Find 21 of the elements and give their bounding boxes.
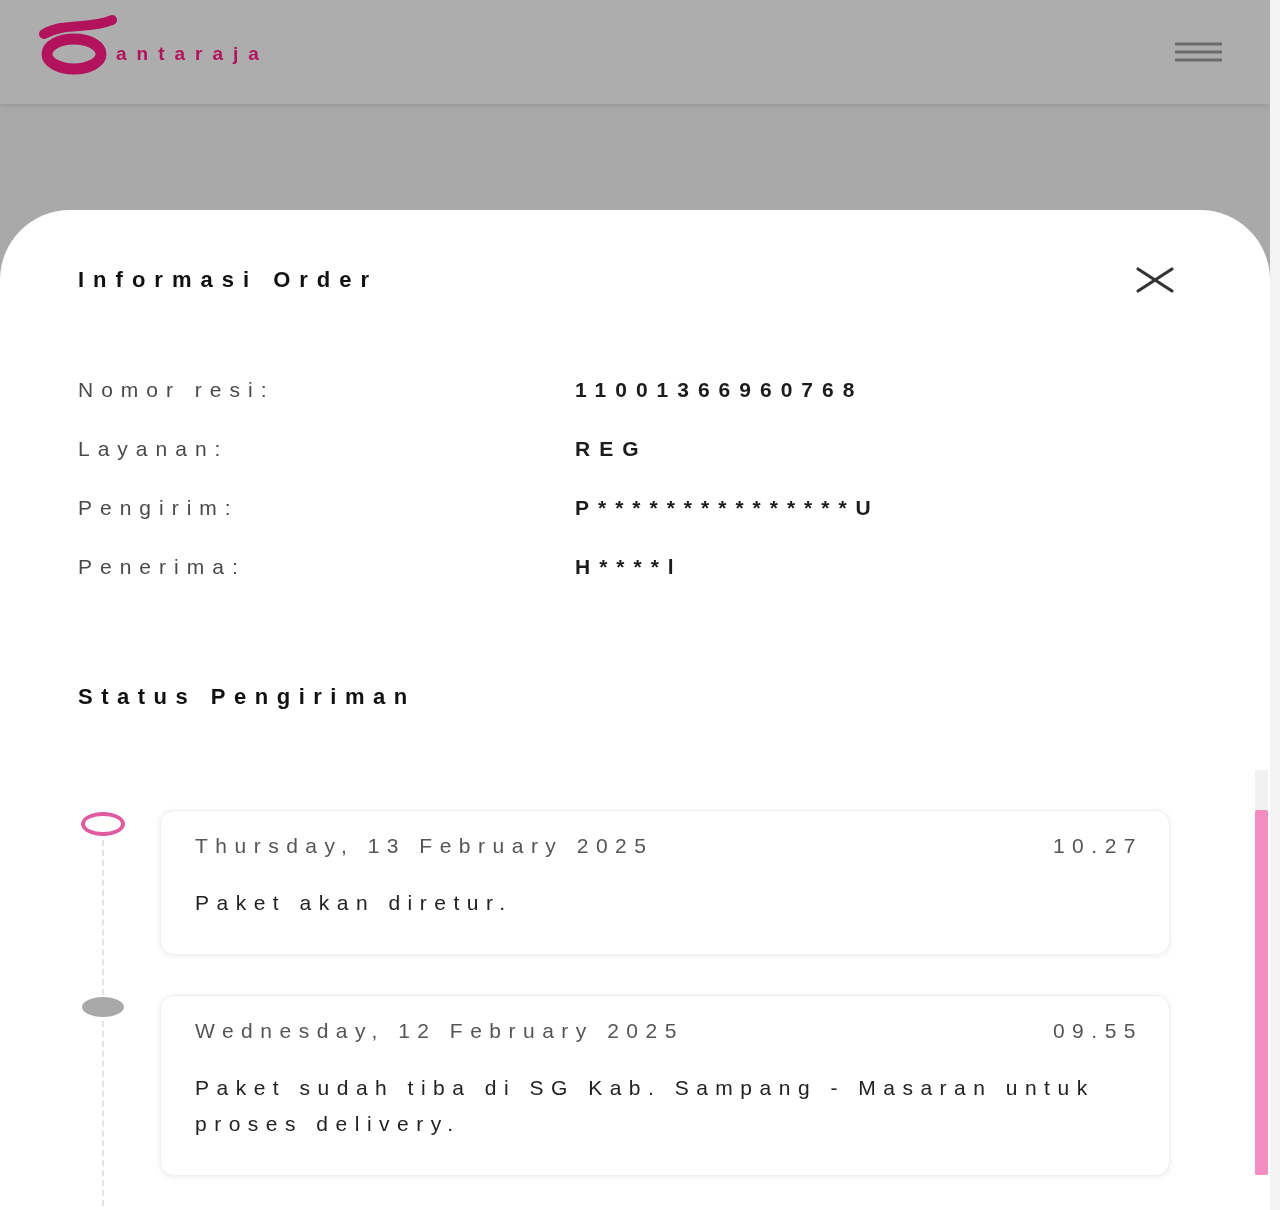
section-title: Status Pengiriman <box>78 683 417 711</box>
field-label: Penerima: <box>78 554 247 580</box>
field-value: 11001366960768 <box>575 377 865 403</box>
field-label: Pengirim: <box>78 495 240 521</box>
close-button[interactable] <box>1135 266 1175 294</box>
menu-icon <box>1175 42 1222 62</box>
field-label: Layanan: <box>78 436 230 462</box>
status-date: Thursday, 13 February 2025 <box>195 833 654 859</box>
status-time: 09.55 <box>1052 1018 1143 1044</box>
field-value: REG <box>575 436 649 462</box>
status-date: Wednesday, 12 February 2025 <box>195 1018 684 1044</box>
status-description: Paket akan diretur. <box>195 890 514 916</box>
status-description: Paket sudah tiba di SG Kab. Sampang - Masaran untuk proses delivery. <box>195 1075 1096 1137</box>
menu-button[interactable] <box>1175 42 1222 62</box>
field-label: Nomor resi: <box>78 377 276 403</box>
logo-text[interactable]: antaraja <box>116 43 269 65</box>
field-value: H****l <box>575 554 684 580</box>
status-time: 10.27 <box>1052 833 1143 859</box>
field-value: P***************U <box>575 495 880 521</box>
sheet-title: Informasi Order <box>78 266 379 294</box>
close-icon <box>1135 266 1175 294</box>
